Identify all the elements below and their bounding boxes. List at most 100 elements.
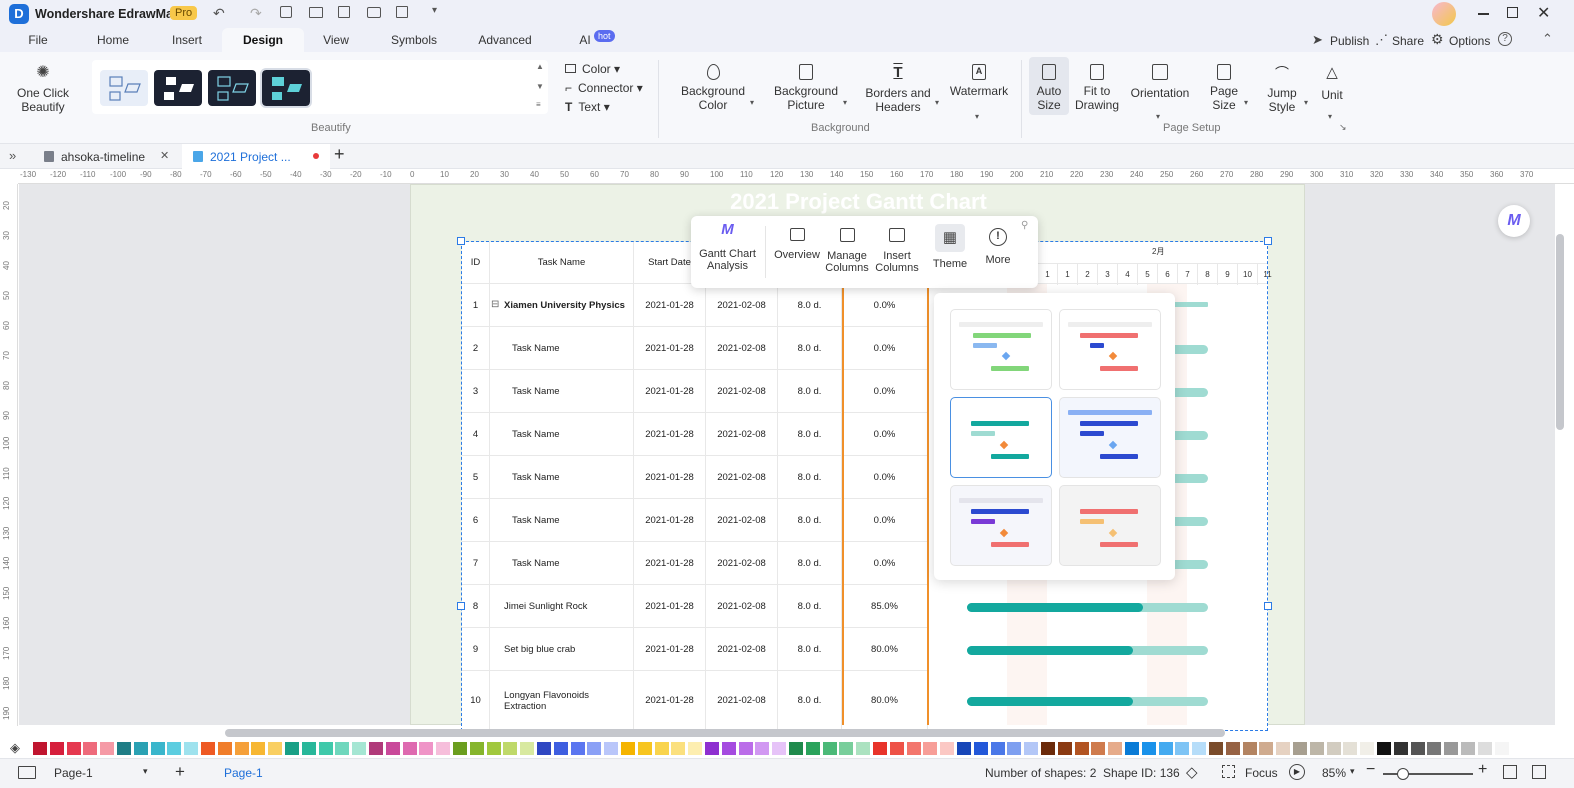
tab-view[interactable]: View bbox=[313, 28, 359, 52]
color-swatch[interactable] bbox=[419, 742, 434, 755]
color-swatch[interactable] bbox=[1393, 742, 1408, 755]
color-swatch[interactable] bbox=[1209, 742, 1223, 755]
tab-insert[interactable]: Insert bbox=[162, 28, 212, 52]
color-swatch[interactable] bbox=[83, 742, 98, 755]
page-tab[interactable]: Page-1 bbox=[224, 766, 263, 780]
color-swatch[interactable] bbox=[369, 742, 383, 755]
color-swatch[interactable] bbox=[201, 742, 215, 755]
color-swatch[interactable] bbox=[1427, 742, 1442, 755]
color-swatch[interactable] bbox=[873, 742, 887, 755]
maximize-icon[interactable] bbox=[1507, 7, 1518, 18]
zoom-caret-icon[interactable]: ▾ bbox=[1350, 766, 1355, 777]
focus-button[interactable]: Focus bbox=[1245, 766, 1278, 780]
unit-caret-icon[interactable]: ▾ bbox=[1328, 112, 1332, 121]
layers-icon[interactable]: ◇ bbox=[1186, 763, 1198, 781]
tab-symbols[interactable]: Symbols bbox=[384, 28, 444, 52]
insert-columns-button[interactable]: Insert Columns bbox=[873, 216, 921, 288]
connector-dropdown[interactable]: ⌐ Connector ▾ bbox=[565, 81, 643, 95]
manage-columns-button[interactable]: Manage Columns bbox=[823, 216, 871, 288]
color-swatch[interactable] bbox=[839, 742, 854, 755]
color-swatch[interactable] bbox=[1259, 742, 1274, 755]
color-swatch[interactable] bbox=[1024, 742, 1039, 755]
color-dropdown[interactable]: Color ▾ bbox=[565, 62, 620, 76]
color-swatch[interactable] bbox=[1343, 742, 1358, 755]
style-thumb-2[interactable] bbox=[154, 70, 202, 106]
color-swatch[interactable] bbox=[1309, 742, 1324, 755]
page-size-caret-icon[interactable]: ▾ bbox=[1244, 98, 1248, 107]
gallery-scroll-up-icon[interactable]: ▲ bbox=[536, 62, 544, 71]
color-swatch[interactable] bbox=[1108, 742, 1123, 755]
color-swatch[interactable] bbox=[553, 742, 568, 755]
watermark-button[interactable]: A Watermark bbox=[948, 64, 1010, 98]
customize-icon[interactable]: ▾ bbox=[432, 5, 437, 16]
tab-advanced[interactable]: Advanced bbox=[472, 28, 538, 52]
share-button[interactable]: Share bbox=[1392, 34, 1424, 48]
color-swatch[interactable] bbox=[856, 742, 871, 755]
color-swatch[interactable] bbox=[1041, 742, 1055, 755]
theme-option-5[interactable] bbox=[950, 485, 1052, 566]
add-page-icon[interactable]: + bbox=[175, 762, 185, 782]
resize-handle[interactable] bbox=[1264, 237, 1272, 245]
color-swatch[interactable] bbox=[49, 742, 64, 755]
save-icon[interactable] bbox=[338, 6, 350, 18]
page-setup-launcher-icon[interactable]: ↘ bbox=[1339, 122, 1347, 133]
gallery-expand-icon[interactable]: ≡ bbox=[536, 100, 541, 109]
color-swatch[interactable] bbox=[453, 742, 467, 755]
color-swatch[interactable] bbox=[1242, 742, 1257, 755]
color-swatch[interactable] bbox=[133, 742, 148, 755]
color-swatch[interactable] bbox=[1461, 742, 1475, 755]
color-swatch[interactable] bbox=[1007, 742, 1022, 755]
theme-option-6[interactable] bbox=[1059, 485, 1161, 566]
color-swatch[interactable] bbox=[436, 742, 451, 755]
style-thumb-4[interactable] bbox=[260, 68, 312, 108]
color-swatch[interactable] bbox=[1192, 742, 1207, 755]
color-swatch[interactable] bbox=[755, 742, 770, 755]
color-swatch[interactable] bbox=[100, 742, 115, 755]
theme-button[interactable]: ▦ Theme bbox=[928, 216, 972, 288]
color-swatch[interactable] bbox=[150, 742, 165, 755]
color-swatch[interactable] bbox=[957, 742, 971, 755]
fill-bucket-icon[interactable]: ◈ bbox=[10, 740, 20, 756]
color-swatch[interactable] bbox=[1444, 742, 1459, 755]
color-swatch[interactable] bbox=[1141, 742, 1156, 755]
theme-option-1[interactable] bbox=[950, 309, 1052, 390]
color-swatch[interactable] bbox=[940, 742, 955, 755]
focus-icon[interactable] bbox=[1222, 765, 1235, 778]
color-swatch[interactable] bbox=[66, 742, 81, 755]
color-swatch[interactable] bbox=[587, 742, 602, 755]
new-tab-plus-icon[interactable]: + bbox=[334, 144, 345, 165]
page-panel-icon[interactable] bbox=[18, 766, 36, 779]
background-color-button[interactable]: Background Color bbox=[677, 64, 749, 112]
zoom-out-icon[interactable]: − bbox=[1366, 761, 1375, 779]
resize-handle[interactable] bbox=[457, 237, 465, 245]
orientation-button[interactable]: Orientation bbox=[1128, 64, 1192, 100]
resize-handle[interactable] bbox=[1264, 602, 1272, 610]
color-swatch[interactable] bbox=[990, 742, 1005, 755]
jump-style-caret-icon[interactable]: ▾ bbox=[1304, 98, 1308, 107]
unit-button[interactable]: △ Unit bbox=[1314, 64, 1350, 102]
options-button[interactable]: Options bbox=[1449, 34, 1490, 48]
color-swatch[interactable] bbox=[402, 742, 417, 755]
new-file-icon[interactable] bbox=[280, 6, 292, 18]
zoom-in-icon[interactable]: + bbox=[1478, 761, 1487, 779]
color-swatch[interactable] bbox=[923, 742, 938, 755]
zoom-level[interactable]: 85% bbox=[1322, 766, 1346, 780]
color-swatch[interactable] bbox=[537, 742, 551, 755]
help-icon[interactable]: ? bbox=[1498, 32, 1512, 46]
minimize-icon[interactable] bbox=[1478, 13, 1489, 15]
gallery-scroll-down-icon[interactable]: ▼ bbox=[536, 82, 544, 91]
text-dropdown[interactable]: T Text ▾ bbox=[565, 100, 610, 114]
pin-icon[interactable]: ⚲ bbox=[1021, 220, 1028, 231]
color-swatch[interactable] bbox=[1125, 742, 1139, 755]
tab-home[interactable]: Home bbox=[88, 28, 138, 52]
watermark-caret-icon[interactable]: ▾ bbox=[975, 112, 979, 121]
gantt-chart-analysis-button[interactable]: M Gantt Chart Analysis bbox=[695, 216, 760, 288]
color-swatch[interactable] bbox=[789, 742, 803, 755]
color-swatch[interactable] bbox=[1276, 742, 1291, 755]
color-swatch[interactable] bbox=[1158, 742, 1173, 755]
redo-icon[interactable]: ↷ bbox=[250, 5, 262, 22]
undo-icon[interactable]: ↶ bbox=[213, 5, 225, 22]
one-click-beautify-button[interactable]: ✺ One Click Beautify bbox=[12, 64, 74, 114]
color-swatch[interactable] bbox=[285, 742, 299, 755]
color-swatch[interactable] bbox=[1091, 742, 1106, 755]
